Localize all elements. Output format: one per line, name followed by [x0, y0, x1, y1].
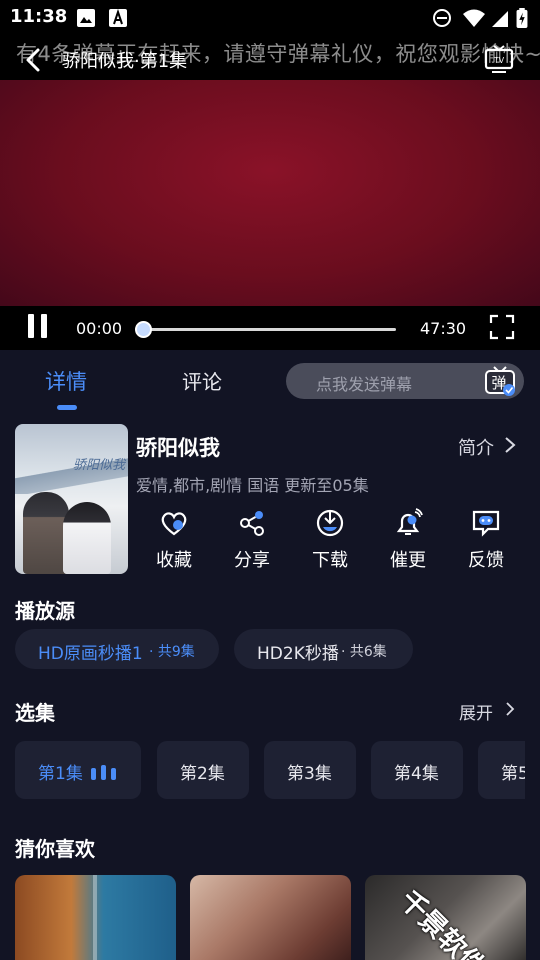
danmu-placeholder: 点我发送弹幕: [316, 375, 413, 394]
feedback-icon: [472, 510, 500, 537]
source-count: · 共9集: [149, 644, 195, 660]
svg-text:TV: TV: [494, 56, 505, 65]
video-title: 骄阳似我·第1集: [62, 51, 188, 72]
tab-indicator: [57, 405, 77, 410]
episode-label: 第3集: [287, 764, 332, 784]
source-name: HD2K秒播: [257, 644, 339, 664]
pause-icon[interactable]: [26, 314, 50, 340]
episode-1[interactable]: 第1集: [15, 741, 141, 799]
feedback-button[interactable]: 反馈: [456, 508, 516, 574]
back-arrow-icon[interactable]: [20, 46, 48, 74]
episode-label: 第2集: [180, 764, 225, 784]
source-count: · 共6集: [341, 644, 387, 660]
favorite-button[interactable]: 收藏: [144, 508, 204, 574]
source-hd-original[interactable]: HD原画秒播1 · 共9集: [15, 629, 219, 669]
expand-link[interactable]: 展开: [459, 699, 493, 724]
favorite-icon: [161, 512, 187, 536]
wifi-icon: [463, 9, 485, 27]
recommend-card[interactable]: [15, 875, 176, 960]
episode-label: 第4集: [394, 764, 439, 784]
remind-update-icon: [396, 508, 423, 535]
tab-detail[interactable]: 详情: [45, 366, 87, 396]
a-icon: [109, 8, 127, 27]
recommend-heading: 猜你喜欢: [15, 837, 95, 861]
show-title: 骄阳似我: [136, 436, 220, 460]
video-frame[interactable]: [0, 80, 540, 306]
progress-handle[interactable]: [135, 321, 152, 338]
episode-label: 第1集: [38, 764, 83, 784]
recommend-card[interactable]: [190, 875, 351, 960]
battery-icon: [516, 8, 528, 28]
download-label: 下载: [312, 550, 348, 571]
playing-equalizer-icon: [91, 764, 119, 780]
episode-4[interactable]: 第4集: [371, 741, 463, 799]
remind-update-label: 催更: [390, 550, 426, 571]
chevron-right-icon[interactable]: [503, 436, 517, 454]
download-icon: [316, 509, 344, 537]
share-icon: [240, 511, 264, 536]
intro-link[interactable]: 简介: [458, 434, 494, 460]
signal-icon: [492, 11, 508, 27]
episode-3[interactable]: 第3集: [264, 741, 356, 799]
sources-heading: 播放源: [15, 599, 75, 623]
status-bar: 11:38: [0, 0, 540, 36]
episode-list: 第1集 第2集 第3集 第4集 第5集: [15, 741, 525, 799]
fullscreen-icon[interactable]: [489, 314, 515, 340]
feedback-label: 反馈: [468, 550, 504, 571]
chevron-right-icon[interactable]: [504, 701, 516, 717]
gallery-icon: [77, 9, 95, 27]
share-label: 分享: [234, 550, 270, 571]
source-hd2k[interactable]: HD2K秒播 · 共6集: [234, 629, 413, 669]
do-not-disturb-icon: [433, 9, 451, 27]
download-button[interactable]: 下载: [300, 508, 360, 574]
tab-comments[interactable]: 评论: [182, 366, 222, 395]
danmu-toggle-icon[interactable]: 弹: [482, 364, 518, 398]
favorite-label: 收藏: [156, 550, 192, 571]
episode-label: 第5集: [501, 764, 525, 784]
danmu-input[interactable]: 点我发送弹幕 弹: [286, 363, 524, 399]
cast-tv-icon[interactable]: TV: [484, 44, 514, 74]
poster-title: 骄阳似我: [73, 458, 126, 473]
share-button[interactable]: 分享: [222, 508, 282, 574]
current-time: 00:00: [76, 319, 123, 338]
status-time: 11:38: [10, 6, 68, 27]
show-meta: 爱情,都市,剧情 国语 更新至05集: [136, 476, 369, 495]
player-controls: 00:00 47:30: [0, 306, 540, 350]
episodes-heading: 选集: [15, 701, 55, 725]
episode-2[interactable]: 第2集: [157, 741, 249, 799]
video-player[interactable]: 有4条弹幕正在赶来，请遵守弹幕礼仪，祝您观影愉快~ 骄阳似我·第1集 TV 00…: [0, 36, 540, 350]
show-poster[interactable]: 骄阳似我: [15, 424, 128, 574]
progress-bar[interactable]: [135, 321, 396, 338]
source-name: HD原画秒播1: [38, 644, 143, 664]
total-time: 47:30: [420, 319, 467, 338]
remind-update-button[interactable]: 催更: [378, 508, 438, 574]
episode-5[interactable]: 第5集: [478, 741, 525, 799]
